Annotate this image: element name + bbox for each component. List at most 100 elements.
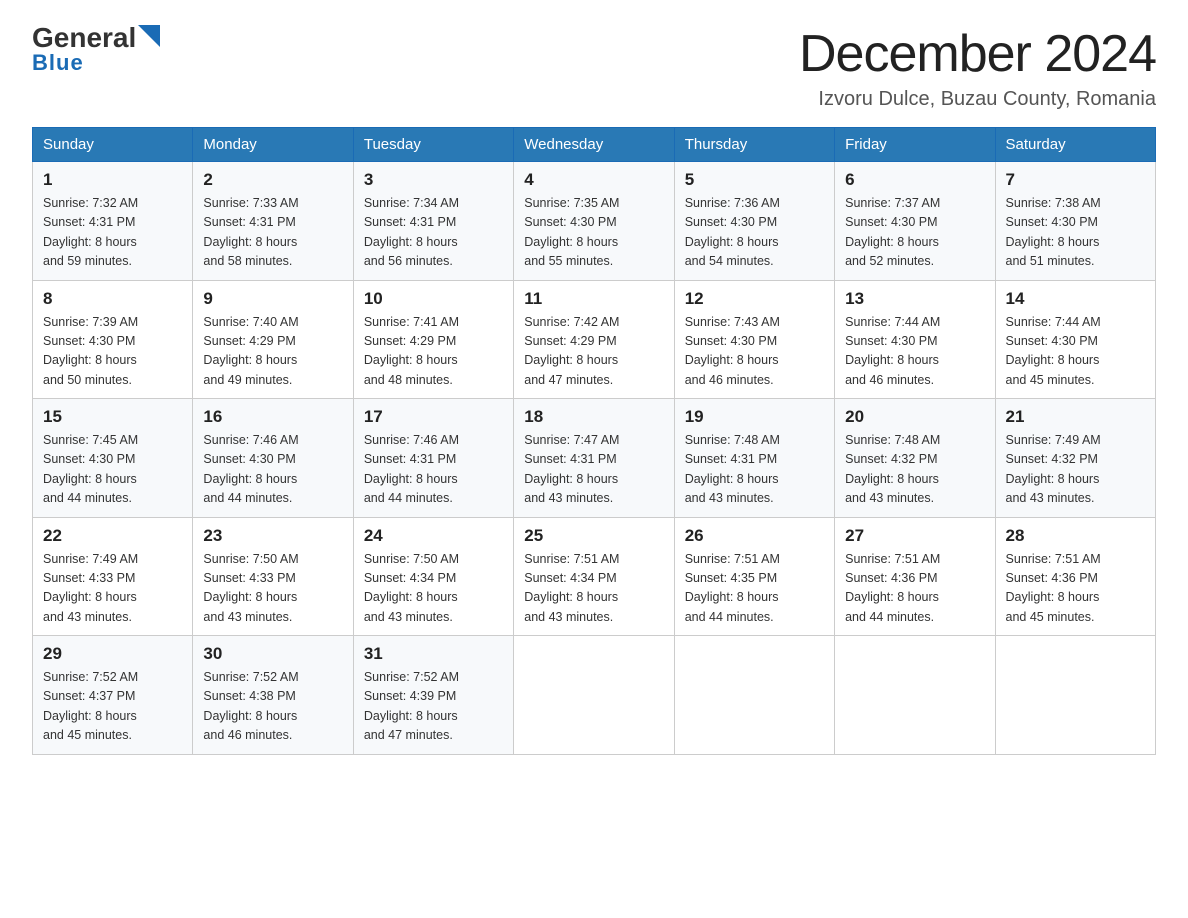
calendar-cell: 18 Sunrise: 7:47 AM Sunset: 4:31 PM Dayli… — [514, 399, 674, 518]
day-number: 12 — [685, 289, 824, 309]
day-info: Sunrise: 7:38 AM Sunset: 4:30 PM Dayligh… — [1006, 194, 1145, 272]
calendar-cell: 8 Sunrise: 7:39 AM Sunset: 4:30 PM Daylig… — [33, 280, 193, 399]
day-number: 23 — [203, 526, 342, 546]
month-title: December 2024 — [799, 24, 1156, 84]
day-number: 19 — [685, 407, 824, 427]
calendar-cell: 4 Sunrise: 7:35 AM Sunset: 4:30 PM Daylig… — [514, 162, 674, 281]
day-number: 28 — [1006, 526, 1145, 546]
logo: General Blue — [32, 24, 160, 76]
day-number: 30 — [203, 644, 342, 664]
calendar-cell: 26Sunrise: 7:51 AM Sunset: 4:35 PM Dayli… — [674, 517, 834, 636]
day-number: 8 — [43, 289, 182, 309]
day-info: Sunrise: 7:39 AM Sunset: 4:30 PM Dayligh… — [43, 313, 182, 391]
location: Izvoru Dulce, Buzau County, Romania — [799, 88, 1156, 111]
calendar-cell: 30 Sunrise: 7:52 AM Sunset: 4:38 PM Dayli… — [193, 636, 353, 755]
day-number: 29 — [43, 644, 182, 664]
calendar-cell: 17Sunrise: 7:46 AM Sunset: 4:31 PM Dayli… — [353, 399, 513, 518]
header-friday: Friday — [835, 128, 995, 162]
day-info: Sunrise: 7:35 AM Sunset: 4:30 PM Dayligh… — [524, 194, 663, 272]
calendar-cell — [995, 636, 1155, 755]
day-number: 18 — [524, 407, 663, 427]
calendar-cell: 13Sunrise: 7:44 AM Sunset: 4:30 PM Dayli… — [835, 280, 995, 399]
day-info: Sunrise: 7:51 AM Sunset: 4:36 PM Dayligh… — [845, 550, 984, 628]
day-number: 25 — [524, 526, 663, 546]
day-info: Sunrise: 7:50 AM Sunset: 4:34 PM Dayligh… — [364, 550, 503, 628]
calendar-cell: 1 Sunrise: 7:32 AM Sunset: 4:31 PM Daylig… — [33, 162, 193, 281]
calendar-table: SundayMondayTuesdayWednesdayThursdayFrid… — [32, 127, 1156, 755]
day-info: Sunrise: 7:52 AM Sunset: 4:38 PM Dayligh… — [203, 668, 342, 746]
calendar-cell: 12 Sunrise: 7:43 AM Sunset: 4:30 PM Dayli… — [674, 280, 834, 399]
day-info: Sunrise: 7:51 AM Sunset: 4:34 PM Dayligh… — [524, 550, 663, 628]
day-info: Sunrise: 7:46 AM Sunset: 4:31 PM Dayligh… — [364, 431, 503, 509]
header-monday: Monday — [193, 128, 353, 162]
day-number: 5 — [685, 170, 824, 190]
day-info: Sunrise: 7:32 AM Sunset: 4:31 PM Dayligh… — [43, 194, 182, 272]
day-number: 4 — [524, 170, 663, 190]
day-number: 2 — [203, 170, 342, 190]
calendar-cell: 28 Sunrise: 7:51 AM Sunset: 4:36 PM Dayli… — [995, 517, 1155, 636]
day-number: 15 — [43, 407, 182, 427]
day-info: Sunrise: 7:50 AM Sunset: 4:33 PM Dayligh… — [203, 550, 342, 628]
day-info: Sunrise: 7:42 AM Sunset: 4:29 PM Dayligh… — [524, 313, 663, 391]
calendar-cell: 31Sunrise: 7:52 AM Sunset: 4:39 PM Dayli… — [353, 636, 513, 755]
day-number: 21 — [1006, 407, 1145, 427]
day-info: Sunrise: 7:33 AM Sunset: 4:31 PM Dayligh… — [203, 194, 342, 272]
day-info: Sunrise: 7:41 AM Sunset: 4:29 PM Dayligh… — [364, 313, 503, 391]
page-header: General Blue December 2024 Izvoru Dulce,… — [32, 24, 1156, 111]
day-number: 1 — [43, 170, 182, 190]
day-info: Sunrise: 7:45 AM Sunset: 4:30 PM Dayligh… — [43, 431, 182, 509]
calendar-cell: 9Sunrise: 7:40 AM Sunset: 4:29 PM Daylig… — [193, 280, 353, 399]
calendar-cell: 19Sunrise: 7:48 AM Sunset: 4:31 PM Dayli… — [674, 399, 834, 518]
header-saturday: Saturday — [995, 128, 1155, 162]
day-number: 31 — [364, 644, 503, 664]
calendar-cell: 27 Sunrise: 7:51 AM Sunset: 4:36 PM Dayli… — [835, 517, 995, 636]
calendar-cell: 15 Sunrise: 7:45 AM Sunset: 4:30 PM Dayli… — [33, 399, 193, 518]
day-number: 24 — [364, 526, 503, 546]
calendar-cell: 25 Sunrise: 7:51 AM Sunset: 4:34 PM Dayli… — [514, 517, 674, 636]
day-info: Sunrise: 7:51 AM Sunset: 4:36 PM Dayligh… — [1006, 550, 1145, 628]
calendar-cell: 14 Sunrise: 7:44 AM Sunset: 4:30 PM Dayli… — [995, 280, 1155, 399]
calendar-cell: 2 Sunrise: 7:33 AM Sunset: 4:31 PM Daylig… — [193, 162, 353, 281]
day-info: Sunrise: 7:44 AM Sunset: 4:30 PM Dayligh… — [1006, 313, 1145, 391]
calendar-cell: 3 Sunrise: 7:34 AM Sunset: 4:31 PM Daylig… — [353, 162, 513, 281]
day-number: 16 — [203, 407, 342, 427]
day-number: 7 — [1006, 170, 1145, 190]
day-info: Sunrise: 7:49 AM Sunset: 4:33 PM Dayligh… — [43, 550, 182, 628]
week-row-1: 1 Sunrise: 7:32 AM Sunset: 4:31 PM Daylig… — [33, 162, 1156, 281]
day-number: 20 — [845, 407, 984, 427]
calendar-cell: 10 Sunrise: 7:41 AM Sunset: 4:29 PM Dayli… — [353, 280, 513, 399]
calendar-header-row: SundayMondayTuesdayWednesdayThursdayFrid… — [33, 128, 1156, 162]
calendar-cell: 7 Sunrise: 7:38 AM Sunset: 4:30 PM Daylig… — [995, 162, 1155, 281]
day-info: Sunrise: 7:52 AM Sunset: 4:37 PM Dayligh… — [43, 668, 182, 746]
day-number: 9 — [203, 289, 342, 309]
logo-general: General — [32, 24, 136, 52]
calendar-cell: 21Sunrise: 7:49 AM Sunset: 4:32 PM Dayli… — [995, 399, 1155, 518]
header-thursday: Thursday — [674, 128, 834, 162]
day-number: 22 — [43, 526, 182, 546]
calendar-cell: 5Sunrise: 7:36 AM Sunset: 4:30 PM Daylig… — [674, 162, 834, 281]
calendar-cell: 20Sunrise: 7:48 AM Sunset: 4:32 PM Dayli… — [835, 399, 995, 518]
calendar-cell — [674, 636, 834, 755]
day-info: Sunrise: 7:34 AM Sunset: 4:31 PM Dayligh… — [364, 194, 503, 272]
calendar-cell: 22 Sunrise: 7:49 AM Sunset: 4:33 PM Dayli… — [33, 517, 193, 636]
day-number: 13 — [845, 289, 984, 309]
logo-blue: Blue — [32, 50, 84, 76]
calendar-cell: 11Sunrise: 7:42 AM Sunset: 4:29 PM Dayli… — [514, 280, 674, 399]
header-wednesday: Wednesday — [514, 128, 674, 162]
day-info: Sunrise: 7:46 AM Sunset: 4:30 PM Dayligh… — [203, 431, 342, 509]
calendar-cell: 16 Sunrise: 7:46 AM Sunset: 4:30 PM Dayli… — [193, 399, 353, 518]
day-number: 14 — [1006, 289, 1145, 309]
week-row-4: 22 Sunrise: 7:49 AM Sunset: 4:33 PM Dayli… — [33, 517, 1156, 636]
week-row-3: 15 Sunrise: 7:45 AM Sunset: 4:30 PM Dayli… — [33, 399, 1156, 518]
header-tuesday: Tuesday — [353, 128, 513, 162]
week-row-5: 29 Sunrise: 7:52 AM Sunset: 4:37 PM Dayli… — [33, 636, 1156, 755]
day-info: Sunrise: 7:51 AM Sunset: 4:35 PM Dayligh… — [685, 550, 824, 628]
day-info: Sunrise: 7:47 AM Sunset: 4:31 PM Dayligh… — [524, 431, 663, 509]
logo-arrow-icon — [138, 25, 160, 47]
day-number: 10 — [364, 289, 503, 309]
day-number: 27 — [845, 526, 984, 546]
day-number: 3 — [364, 170, 503, 190]
week-row-2: 8 Sunrise: 7:39 AM Sunset: 4:30 PM Daylig… — [33, 280, 1156, 399]
calendar-cell: 24 Sunrise: 7:50 AM Sunset: 4:34 PM Dayli… — [353, 517, 513, 636]
day-info: Sunrise: 7:43 AM Sunset: 4:30 PM Dayligh… — [685, 313, 824, 391]
